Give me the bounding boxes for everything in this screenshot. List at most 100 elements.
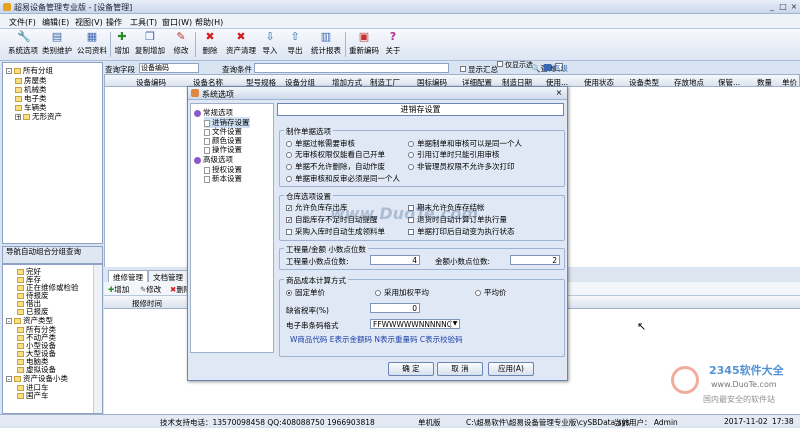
col-header[interactable]: 报修时间 (132, 298, 162, 309)
report-icon: ▥ (320, 30, 332, 43)
group-tree: - 所有分组 房屋类 机械类 电子类 车辆类 + 无形资产 (2, 62, 103, 244)
menu-file[interactable]: 文件(F) (9, 17, 36, 28)
export-icon: ⇧ (290, 30, 300, 43)
option-check[interactable]: 单据过帐需要审核 (286, 138, 355, 149)
option-check[interactable]: 引用订单时只能引用审核 (408, 149, 500, 160)
status-bar: 技术支持电话：13570098458 QQ:408088750 19669038… (0, 414, 800, 427)
site-slogan: 国内最安全的软件站 (703, 395, 775, 404)
barcode-format-label: 电子串条码格式 (286, 321, 339, 330)
menu-tools[interactable]: 工具(T) (130, 17, 157, 28)
barcode-hint: W商品代码 E表示金额码 N表示重量码 C表示校验码 (290, 335, 463, 344)
recode-button[interactable]: ▣ 重新编码 (347, 31, 381, 59)
title-bar: 超易设备管理专业版 - [设备管理] _ □ × (0, 0, 800, 14)
asset-clear-button[interactable]: ✖ 资产清理 (224, 31, 258, 59)
minimize-button[interactable]: _ (767, 2, 777, 11)
amt-decimal-label: 金额小数点位数: (435, 257, 491, 266)
company-info-button[interactable]: ▦ 公司资料 (75, 31, 109, 59)
edit-icon: ✎ (176, 30, 186, 43)
tree-node[interactable]: 国产车 (17, 390, 49, 401)
logo-icon (671, 366, 699, 394)
system-options-button[interactable]: 🔧 系统选项 (6, 31, 40, 59)
option-check[interactable]: 单据不允许删除，自动作废 (286, 161, 385, 172)
system-options-dialog: 系统选项 × 常规选项 进销存设置 文件设置 颜色设置 操作设置 高级选项 授权… (187, 86, 568, 381)
detail-edit-button[interactable]: ✎修改 (140, 284, 161, 295)
menu-edit[interactable]: 编辑(E) (42, 17, 69, 28)
menu-help[interactable]: 帮助(H) (195, 17, 223, 28)
edit-button[interactable]: ✎ 修改 (171, 31, 191, 59)
mouse-cursor-icon: ↖ (637, 320, 647, 333)
add-button[interactable]: ✚ 增加 (112, 31, 132, 59)
tree-icon: ▤ (51, 30, 63, 43)
folder-icon (14, 68, 21, 74)
dialog-title-bar[interactable]: 系统选项 × (188, 87, 567, 100)
qty-decimal-input[interactable]: 4 (370, 255, 420, 265)
delete-icon: ✖ (205, 30, 215, 43)
option-radio[interactable]: 平均价 (475, 287, 507, 298)
support-info: 技术支持电话：13570098458 QQ:408088750 19669038… (160, 418, 375, 427)
ok-button[interactable]: 确 定 (388, 362, 434, 376)
export-button[interactable]: ⇧ 导出 (285, 31, 305, 59)
company-icon: ▦ (86, 30, 98, 43)
clear-icon: ✖ (236, 30, 246, 43)
page-icon (204, 146, 210, 154)
query-cond-input[interactable] (254, 63, 449, 73)
nav-group-tree: 完好 库存 正在维修或检验 待报废 借出 已报废 - 资产类型 所有分类 不动产类… (2, 264, 103, 414)
vertical-scrollbar[interactable] (93, 265, 102, 413)
option-check[interactable]: 无审核权限仅能看自己开单 (286, 149, 385, 160)
tab-docs[interactable]: 文档管理 (148, 270, 188, 282)
copy-icon: ❐ (145, 30, 155, 43)
expand-icon[interactable]: + (15, 114, 21, 121)
collapse-icon[interactable]: - (6, 68, 12, 75)
option-check[interactable]: 单据制单和审核可以是同一个人 (408, 138, 522, 149)
option-check[interactable]: 单据审核和反审必须是同一个人 (286, 173, 400, 184)
qty-decimal-label: 工程量小数点位数: (286, 257, 349, 266)
menu-view[interactable]: 视图(V) (75, 17, 103, 28)
option-check[interactable]: 采购入库时自动生成领料单 (286, 226, 385, 237)
tab-repair[interactable]: 维修管理 (108, 270, 148, 282)
site-watermark: 2345软件大全 www.DuoTe.com 国内最安全的软件站 (663, 356, 798, 406)
delete-button[interactable]: ✖ 删除 (200, 31, 220, 59)
import-button[interactable]: ⇩ 导入 (260, 31, 280, 59)
cost-method-group: 商品成本计算方式 固定单价 采用加权平均 平均价 缺省税率(%) 0 电子串条码… (279, 275, 565, 357)
window-title: 超易设备管理专业版 - [设备管理] (14, 3, 133, 12)
query-field-select[interactable]: 设备编码 (139, 63, 199, 73)
menu-bar: 文件(F) 编辑(E) 视图(V) 操作 工具(T) 窗口(W) 帮助(H) (0, 14, 800, 29)
barcode-format-select[interactable]: FFWWWWWNNNNNC (370, 319, 460, 329)
amt-decimal-input[interactable]: 2 (510, 255, 560, 265)
dialog-close-button[interactable]: × (554, 88, 564, 98)
menu-operate[interactable]: 操作 (106, 17, 122, 28)
option-check[interactable]: 非管理员权限不允许多次打印 (408, 161, 515, 172)
page-icon (204, 175, 210, 183)
category-maintain-button[interactable]: ▤ 类别维护 (40, 31, 74, 59)
recode-icon: ▣ (358, 30, 370, 43)
copy-add-button[interactable]: ❐ 复制增加 (133, 31, 167, 59)
option-check[interactable]: 单据打印后自动变为执行状态 (408, 226, 515, 237)
edition-label: 单机版 (418, 418, 441, 427)
chevron-down-icon[interactable]: ▼ (450, 320, 459, 328)
tax-rate-input[interactable]: 0 (370, 303, 420, 313)
tree-node-version[interactable]: 新本设置 (204, 173, 242, 184)
status-date: 2017-11-02 (724, 417, 768, 426)
wrench-icon: 🔧 (17, 30, 31, 43)
menu-window[interactable]: 窗口(W) (162, 17, 192, 28)
query-bar: 查询字段 设备编码 查询条件 显示汇总 仅显示选 🔍查询 高级 (104, 60, 800, 74)
site-name: 2345软件大全 (709, 364, 784, 377)
close-button[interactable]: × (789, 2, 799, 11)
option-radio[interactable]: 采用加权平均 (375, 287, 429, 298)
detail-add-button[interactable]: ✚增加 (108, 284, 129, 295)
main-toolbar: 🔧 系统选项 ▤ 类别维护 ▦ 公司资料 ✚ 增加 ❐ 复制增加 ✎ 修改 ✖ 删除 ✖ 资产清… (0, 29, 800, 61)
tree-node[interactable]: + 无形资产 (15, 111, 62, 122)
cancel-button[interactable]: 取 消 (437, 362, 483, 376)
about-button[interactable]: ? 关于 (384, 31, 402, 59)
advanced-button[interactable]: 高级 (544, 63, 568, 74)
site-url: www.DuoTe.com (711, 380, 777, 389)
maximize-button[interactable]: □ (778, 2, 788, 11)
report-button[interactable]: ▥ 统计报表 (309, 31, 343, 59)
panel-title: 进销存设置 (277, 103, 564, 116)
search-icon: 🔍 (531, 64, 541, 73)
only-show-check[interactable]: 仅显示选 (497, 60, 533, 70)
nav-group-title: 导航自动组合分组查询 (2, 246, 103, 264)
option-radio[interactable]: 固定单价 (286, 287, 325, 298)
apply-button[interactable]: 应用(A) (488, 362, 534, 376)
add-icon: ✚ (117, 30, 127, 43)
